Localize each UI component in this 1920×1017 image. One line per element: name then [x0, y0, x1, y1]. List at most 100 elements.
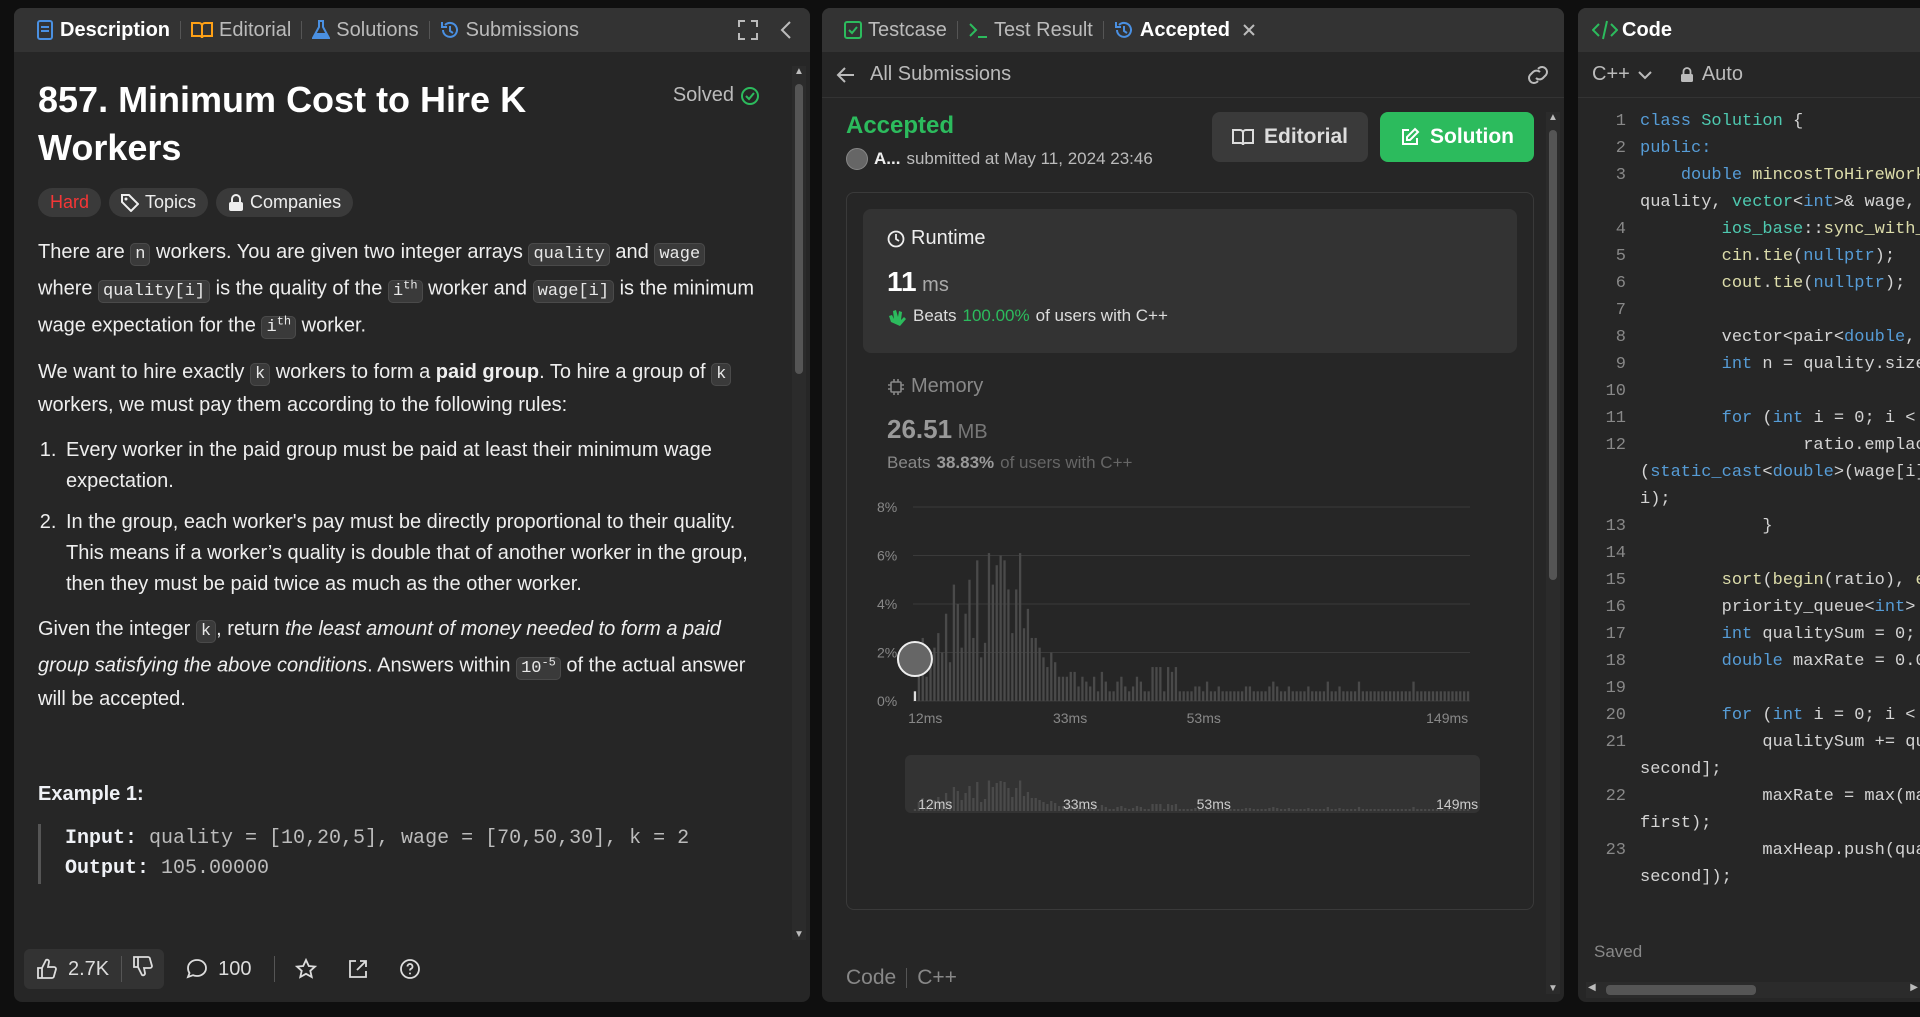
code-token: }	[1640, 517, 1773, 536]
code-line[interactable]: 1 class Solution {	[1578, 108, 1920, 135]
chart-bar	[1268, 686, 1271, 701]
overview-bar	[1338, 808, 1341, 811]
code-line[interactable]: second];	[1578, 756, 1920, 783]
code-line[interactable]: 20 for (int i = 0; i < n; ++i) {	[1578, 702, 1920, 729]
code-line[interactable]: 2 public:	[1578, 135, 1920, 162]
code-line[interactable]: 9 int n = quality.size();	[1578, 351, 1920, 378]
username[interactable]: A...	[874, 149, 900, 169]
scrollbar-thumb[interactable]	[1549, 130, 1557, 580]
runtime-distribution-chart[interactable]: 0% 2% 4% 6% 8% 12ms 33ms 53ms 149ms 12ms 33ms 53ms 1…	[855, 493, 1495, 910]
code-line[interactable]: second]);	[1578, 864, 1920, 891]
runtime-card[interactable]: Runtime 11 ms Beats 100.00% of users wit…	[863, 209, 1517, 353]
scroll-up-icon[interactable]: ▲	[794, 66, 804, 77]
code-text: quality, vector<int>& wage, int k) {	[1640, 189, 1920, 216]
code-line[interactable]: 4 ios_base::sync_with_stdio(false);	[1578, 216, 1920, 243]
code-line[interactable]: (static_cast<double>(wage[i]) / quality[…	[1578, 459, 1920, 486]
overview-bar	[1131, 808, 1135, 811]
scroll-right-icon[interactable]: ▶	[1910, 982, 1918, 993]
arrow-left-icon[interactable]	[836, 66, 856, 84]
line-number: 15	[1605, 571, 1626, 590]
overview-bar	[1054, 803, 1057, 811]
comments-button[interactable]: 100	[174, 958, 263, 981]
code-line[interactable]: 10	[1578, 378, 1920, 405]
tab-description[interactable]: Description	[26, 8, 180, 52]
overview-bar	[1283, 809, 1287, 811]
code-line[interactable]: 11 for (int i = 0; i < n; ++i) {	[1578, 405, 1920, 432]
chart-bar	[1318, 691, 1322, 701]
code-line[interactable]: 5 cin.tie(nullptr);	[1578, 243, 1920, 270]
overview-bar	[1018, 780, 1022, 811]
code-token: ratio.emplace_back	[1803, 436, 1920, 455]
fullscreen-icon[interactable]	[738, 20, 758, 40]
code-line[interactable]: 14	[1578, 540, 1920, 567]
code-token: for	[1721, 706, 1753, 725]
tab-submissions[interactable]: Submissions	[430, 8, 589, 52]
code-line[interactable]: 15 sort(begin(ratio), end(ratio));	[1578, 567, 1920, 594]
code-token: vector	[1731, 193, 1794, 212]
collapse-icon[interactable]	[780, 20, 792, 40]
scrollbar-thumb[interactable]	[1606, 985, 1756, 995]
tab-label: Description	[60, 18, 171, 41]
chart-bar	[1369, 691, 1372, 701]
memory-card[interactable]: Memory 26.51 MB Beats 38.83% of users wi…	[863, 353, 1517, 493]
description-tabbar: Description Editorial Solutions Submissi…	[14, 8, 810, 52]
overview-bar	[1163, 809, 1166, 811]
code-token: int	[1874, 598, 1906, 617]
link-icon[interactable]	[1526, 65, 1550, 85]
overview-bar	[1026, 792, 1030, 811]
chart-bar	[1034, 637, 1037, 701]
avatar[interactable]	[846, 148, 868, 170]
tab-accepted[interactable]: Accepted	[1104, 8, 1266, 52]
scroll-down-icon[interactable]: ▼	[1548, 983, 1558, 994]
like-button[interactable]: 2.7K	[24, 958, 121, 981]
tab-solutions[interactable]: Solutions	[302, 8, 428, 52]
description-paragraph-3: Given the integer k, return the least am…	[38, 614, 760, 715]
all-submissions-link[interactable]: All Submissions	[870, 63, 1011, 86]
code-line[interactable]: 18 double maxRate = 0.0;	[1578, 648, 1920, 675]
chart-bar	[1065, 676, 1069, 701]
code-line[interactable]: 7	[1578, 297, 1920, 324]
tab-test-result[interactable]: Test Result	[958, 8, 1103, 52]
code-line[interactable]: 6 cout.tie(nullptr);	[1578, 270, 1920, 297]
chart-bar	[1163, 691, 1166, 701]
code-line[interactable]: i);	[1578, 486, 1920, 513]
star-icon[interactable]	[294, 958, 317, 980]
chart-bar	[960, 647, 963, 701]
code-line[interactable]: 3 double mincostToHireWorkers(vector<int…	[1578, 162, 1920, 189]
horizontal-scrollbar[interactable]: ◀ ▶	[1586, 982, 1920, 998]
code-editor[interactable]: 1 class Solution {2 public: 3 double mincos…	[1578, 108, 1920, 928]
autocomplete-mode[interactable]: Auto	[1702, 63, 1743, 86]
code-line[interactable]: first);	[1578, 810, 1920, 837]
share-icon[interactable]	[347, 958, 369, 980]
code-line[interactable]: 13 }	[1578, 513, 1920, 540]
companies-button[interactable]: Companies	[216, 188, 354, 217]
solution-button[interactable]: Solution	[1380, 112, 1534, 162]
tab-testcase[interactable]: Testcase	[834, 8, 957, 52]
code-line[interactable]: 21 qualitySum += quality[ratio[i].	[1578, 729, 1920, 756]
description-scrollbar[interactable]: ▲ ▼	[792, 66, 806, 940]
chevron-down-icon[interactable]	[1638, 70, 1652, 80]
code-line[interactable]: 19	[1578, 675, 1920, 702]
tab-editorial[interactable]: Editorial	[181, 8, 301, 52]
submission-scrollbar[interactable]: ▲ ▼	[1546, 112, 1560, 994]
code-line[interactable]: 17 int qualitySum = 0;	[1578, 621, 1920, 648]
code-line[interactable]: 16 priority_queue<int> maxHeap;	[1578, 594, 1920, 621]
topics-button[interactable]: Topics	[109, 188, 209, 217]
code-line[interactable]: 8 vector<pair<double, int>> ratio;	[1578, 324, 1920, 351]
help-icon[interactable]	[399, 958, 421, 980]
editorial-button[interactable]: Editorial	[1212, 112, 1369, 162]
code-line[interactable]: quality, vector<int>& wage, int k) {	[1578, 189, 1920, 216]
code-line[interactable]: 22 maxRate = max(maxRate, ratio[i].	[1578, 783, 1920, 810]
scroll-left-icon[interactable]: ◀	[1588, 982, 1596, 993]
close-icon[interactable]	[1242, 23, 1256, 37]
scrollbar-thumb[interactable]	[795, 84, 803, 374]
code-token: int	[1803, 193, 1834, 212]
code-token: quality,	[1640, 193, 1732, 212]
dislike-button[interactable]	[122, 955, 164, 983]
code-line[interactable]: 12 ratio.emplace_back	[1578, 432, 1920, 459]
language-select[interactable]: C++	[1592, 63, 1630, 86]
scroll-up-icon[interactable]: ▲	[1548, 112, 1558, 123]
overview-bar	[1361, 809, 1365, 811]
code-line[interactable]: 23 maxHeap.push(quality[ratio[i].	[1578, 837, 1920, 864]
chart-bar	[1435, 691, 1439, 701]
